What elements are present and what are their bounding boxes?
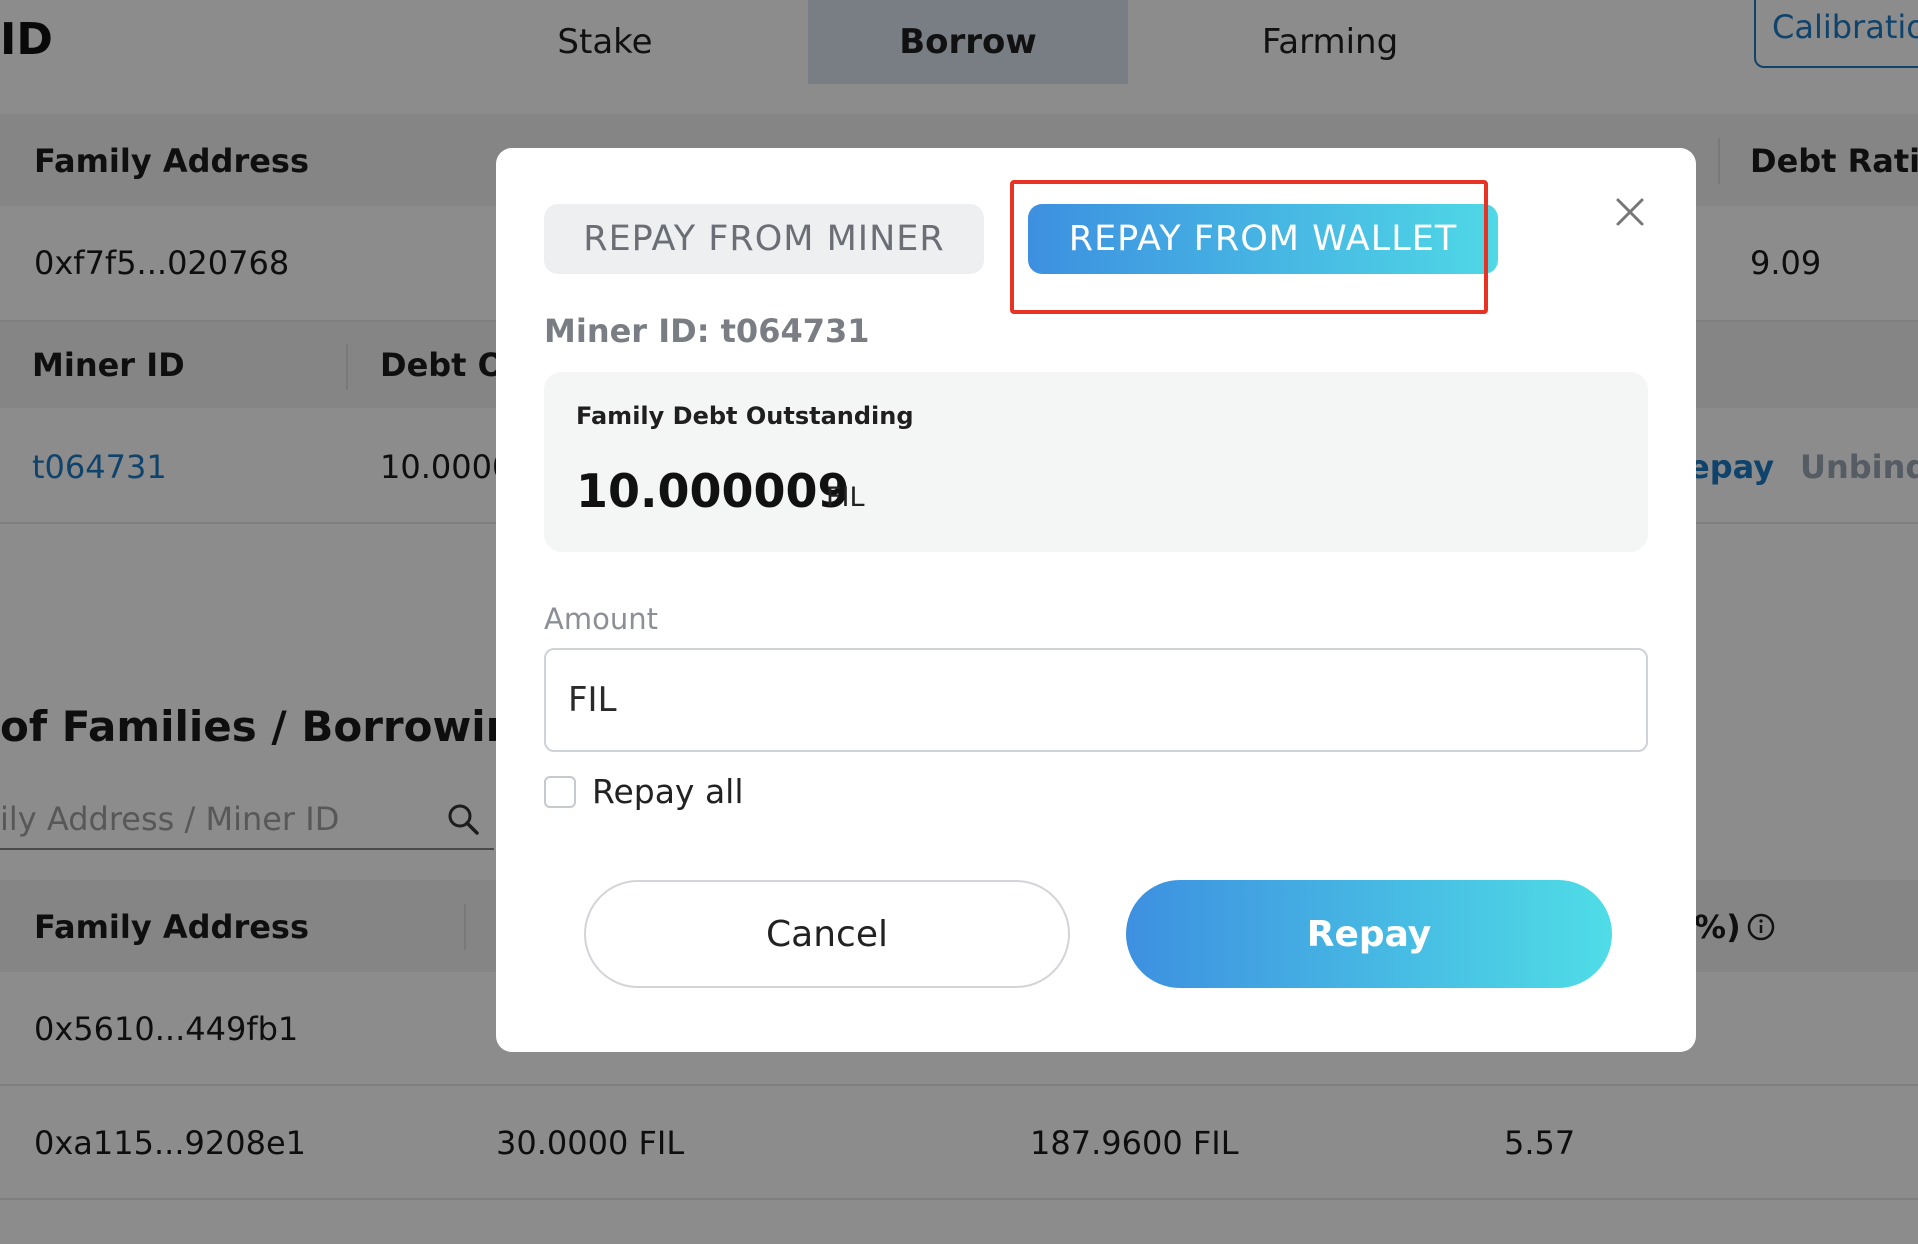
amount-label: Amount	[544, 602, 658, 636]
repay-modal: REPAY FROM MINER REPAY FROM WALLET Miner…	[496, 148, 1696, 1052]
tab-repay-from-wallet[interactable]: REPAY FROM WALLET	[1028, 204, 1498, 274]
repay-button[interactable]: Repay	[1126, 880, 1612, 988]
debt-outstanding-value: 10.000009	[576, 464, 850, 518]
debt-outstanding-card: Family Debt Outstanding 10.000009 FIL	[544, 372, 1648, 552]
repay-all-label[interactable]: Repay all	[592, 772, 744, 811]
repay-all-checkbox[interactable]	[544, 776, 576, 808]
miner-id-label: Miner ID: t064731	[544, 312, 870, 350]
debt-outstanding-label: Family Debt Outstanding	[576, 402, 914, 430]
close-icon[interactable]	[1606, 188, 1654, 236]
debt-outstanding-unit: FIL	[826, 482, 865, 513]
amount-input[interactable]	[544, 648, 1648, 752]
cancel-button[interactable]: Cancel	[584, 880, 1070, 988]
tab-repay-from-miner[interactable]: REPAY FROM MINER	[544, 204, 984, 274]
